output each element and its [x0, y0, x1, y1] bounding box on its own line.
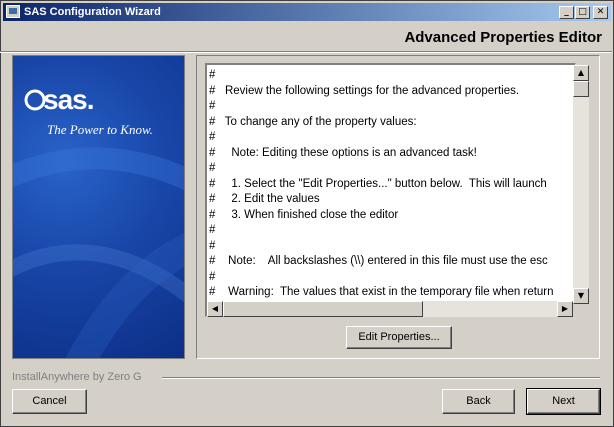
back-button[interactable]: Back [442, 389, 515, 414]
sas-banner: sas. The Power to Know. [12, 55, 185, 359]
text-line: # 2. Edit the values [209, 193, 320, 205]
text-line: # [209, 239, 216, 252]
page-title: Advanced Properties Editor [404, 29, 602, 46]
text-line: # [209, 69, 216, 81]
text-line: # [209, 131, 216, 143]
minimize-button[interactable]: _ [559, 6, 574, 19]
text-line: # 3. When finished close the editor [209, 208, 399, 221]
title-bar: SAS Configuration Wizard _ □ ✕ [3, 3, 611, 21]
text-line: # Review the following settings for the … [209, 84, 520, 97]
text-line: # [209, 162, 216, 174]
installanywhere-label: InstallAnywhere by Zero G [12, 371, 142, 383]
horizontal-scroll-thumb[interactable] [223, 301, 423, 317]
properties-text-area[interactable]: # # Review the following settings for the… [205, 63, 576, 317]
text-line: # Warning: The values that exist in the … [209, 286, 554, 298]
text-line: # [209, 270, 216, 283]
scrollbar-corner [573, 304, 589, 317]
scroll-up-button[interactable]: ▲ [573, 65, 589, 81]
text-line: # To change any of the property values: [209, 115, 417, 128]
text-line: # 1. Select the "Edit Properties..." but… [209, 177, 547, 190]
vertical-scroll-thumb[interactable] [573, 81, 589, 97]
text-line: # Note: Editing these options is an adva… [209, 146, 477, 159]
maximize-button[interactable]: □ [575, 6, 590, 19]
horizontal-scrollbar[interactable]: ◀ ▶ [207, 301, 573, 317]
sas-logo: sas. [43, 84, 94, 115]
header-divider [0, 51, 612, 53]
scroll-down-button[interactable]: ▼ [573, 288, 589, 304]
text-line: # Note: All backslashes (\\) entered in … [209, 255, 548, 267]
sas-tagline: The Power to Know. [47, 122, 153, 137]
banner-swoosh-graphic [13, 89, 184, 358]
cancel-button[interactable]: Cancel [12, 389, 87, 414]
scroll-left-button[interactable]: ◀ [207, 301, 223, 317]
window-title: SAS Configuration Wizard [24, 6, 161, 18]
footer-divider [162, 377, 600, 379]
next-button[interactable]: Next [526, 388, 601, 415]
scroll-right-button[interactable]: ▶ [557, 301, 573, 317]
edit-properties-button[interactable]: Edit Properties... [346, 326, 452, 349]
app-icon [6, 5, 20, 18]
vertical-scrollbar[interactable]: ▲ ▼ [573, 65, 589, 304]
text-line: # [209, 100, 216, 112]
close-button[interactable]: ✕ [593, 6, 608, 19]
properties-text: # # Review the following settings for the… [209, 68, 558, 316]
text-line: # [209, 224, 216, 236]
